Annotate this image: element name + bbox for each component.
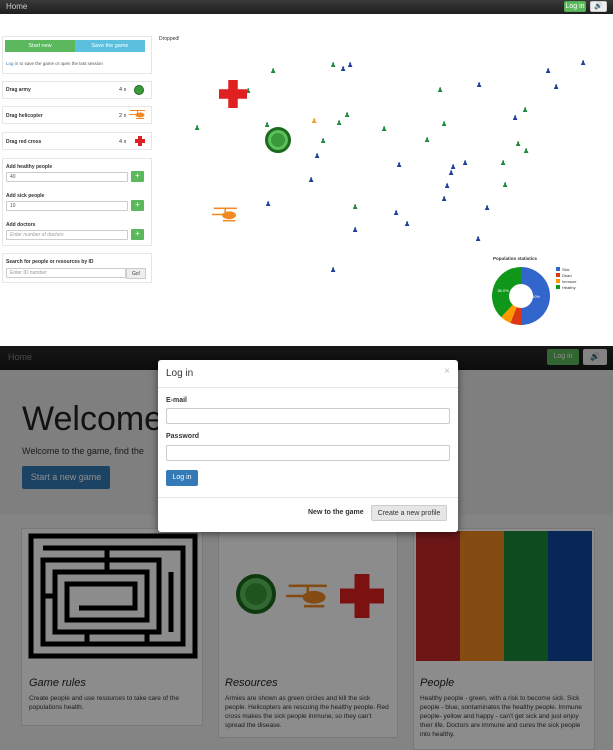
- person-sprite[interactable]: ♟: [314, 153, 320, 160]
- top-navbar: Home Log in 🔊: [0, 0, 613, 14]
- add-sick-label: Add sick people: [6, 193, 45, 199]
- login-button[interactable]: Log in: [564, 1, 586, 12]
- speaker-icon[interactable]: 🔊: [590, 1, 607, 12]
- person-sprite[interactable]: ♟: [336, 120, 342, 127]
- drag-army-label: Drag army: [6, 87, 31, 93]
- person-sprite[interactable]: ♟: [444, 183, 450, 190]
- healthy-input[interactable]: 40: [6, 172, 128, 182]
- person-sprite[interactable]: ♟: [545, 68, 551, 75]
- search-input[interactable]: Enter ID number: [6, 268, 126, 278]
- person-sprite[interactable]: ♟: [522, 107, 528, 114]
- red-cross-icon[interactable]: [135, 136, 145, 146]
- tab-save-game[interactable]: Save the game: [75, 40, 145, 52]
- helicopter-icon[interactable]: [129, 109, 147, 120]
- person-sprite[interactable]: ♟: [476, 82, 482, 89]
- person-sprite[interactable]: ♟: [484, 205, 490, 212]
- stats-title: Population statistics: [493, 256, 538, 261]
- login-modal: Log in × E-mail Password Log in New to t…: [158, 360, 458, 532]
- army-resource[interactable]: [265, 127, 291, 153]
- legend-item: Healthy: [556, 285, 576, 291]
- army-icon[interactable]: [134, 85, 144, 95]
- person-sprite[interactable]: ♟: [270, 68, 276, 75]
- login-hint-text: to save the game or open the last sessio…: [18, 61, 103, 66]
- person-sprite[interactable]: ♟: [396, 162, 402, 169]
- person-sprite[interactable]: ♟: [344, 112, 350, 119]
- add-sick-button[interactable]: +: [131, 200, 144, 211]
- drag-helicopter-label: Drag helicopter: [6, 113, 43, 119]
- person-sprite[interactable]: ♟: [475, 236, 481, 243]
- pie-label-healthy: 38.0%: [497, 288, 509, 293]
- person-sprite[interactable]: ♟: [308, 177, 314, 184]
- person-sprite[interactable]: ♟: [320, 138, 326, 145]
- person-sprite[interactable]: ♟: [424, 137, 430, 144]
- modal-title: Log in: [166, 368, 194, 379]
- modal-footer: [158, 497, 458, 498]
- search-label: Search for people or resources by ID: [6, 259, 94, 265]
- person-sprite[interactable]: ♟: [340, 66, 346, 73]
- person-sprite[interactable]: ♟: [553, 84, 559, 91]
- cross-count: 4 x: [119, 139, 127, 145]
- army-count: 4 x: [119, 87, 127, 93]
- heli-count: 2 x: [119, 113, 127, 119]
- person-sprite[interactable]: ♟: [311, 118, 317, 125]
- person-sprite[interactable]: ♟: [462, 160, 468, 167]
- doctors-input[interactable]: Enter number of doctors: [6, 230, 128, 240]
- person-sprite[interactable]: ♟: [393, 210, 399, 217]
- person-sprite[interactable]: ♟: [404, 221, 410, 228]
- person-sprite[interactable]: ♟: [347, 62, 353, 69]
- add-healthy-button[interactable]: +: [131, 171, 144, 182]
- modal-login-button[interactable]: Log in: [166, 470, 198, 486]
- person-sprite[interactable]: ♟: [441, 121, 447, 128]
- home-link[interactable]: Home: [6, 2, 27, 11]
- person-sprite[interactable]: ♟: [448, 170, 454, 177]
- tab-start-new[interactable]: Start new: [5, 40, 75, 52]
- person-sprite[interactable]: ♟: [330, 62, 336, 69]
- password-label: Password: [166, 433, 200, 440]
- new-to-game-text: New to the game: [308, 509, 364, 516]
- add-doctors-label: Add doctors: [6, 222, 36, 228]
- person-sprite[interactable]: ♟: [264, 122, 270, 129]
- create-profile-button[interactable]: Create a new profile: [371, 505, 447, 521]
- game-tabs: Start new Save the game: [5, 40, 145, 52]
- person-sprite[interactable]: ♟: [265, 201, 271, 208]
- person-sprite[interactable]: ♟: [381, 126, 387, 133]
- drag-redcross-label: Drag red cross: [6, 139, 42, 145]
- login-hint: Log in to save the game or open the last…: [6, 61, 103, 66]
- population-pie-chart: 50% 38.0%: [492, 267, 550, 325]
- person-sprite[interactable]: ♟: [512, 115, 518, 122]
- password-field[interactable]: [166, 445, 450, 461]
- login-hint-link[interactable]: Log in: [6, 61, 18, 66]
- person-sprite[interactable]: ♟: [352, 204, 358, 211]
- dropped-text: Dropped!: [159, 36, 180, 42]
- person-sprite[interactable]: ♟: [515, 141, 521, 148]
- pie-label-sick: 50%: [532, 294, 540, 299]
- add-doctors-button[interactable]: +: [131, 229, 144, 240]
- person-sprite[interactable]: ♟: [441, 196, 447, 203]
- email-field[interactable]: [166, 408, 450, 424]
- go-button[interactable]: Go!: [126, 268, 146, 279]
- sick-input[interactable]: 10: [6, 201, 128, 211]
- pie-legend: Sick Dead Immune Healthy: [556, 267, 576, 291]
- person-sprite[interactable]: ♟: [330, 267, 336, 274]
- close-icon[interactable]: ×: [444, 366, 450, 377]
- email-label: E-mail: [166, 397, 188, 404]
- person-sprite[interactable]: ♟: [523, 148, 529, 155]
- add-healthy-label: Add healthy people: [6, 164, 53, 170]
- person-sprite[interactable]: ♟: [580, 60, 586, 67]
- person-sprite[interactable]: ♟: [352, 227, 358, 234]
- person-sprite[interactable]: ♟: [502, 182, 508, 189]
- red-cross-resource[interactable]: [219, 80, 247, 108]
- modal-divider: [158, 387, 458, 388]
- person-sprite[interactable]: ♟: [194, 125, 200, 132]
- person-sprite[interactable]: ♟: [500, 160, 506, 167]
- person-sprite[interactable]: ♟: [437, 87, 443, 94]
- helicopter-resource[interactable]: [211, 206, 241, 223]
